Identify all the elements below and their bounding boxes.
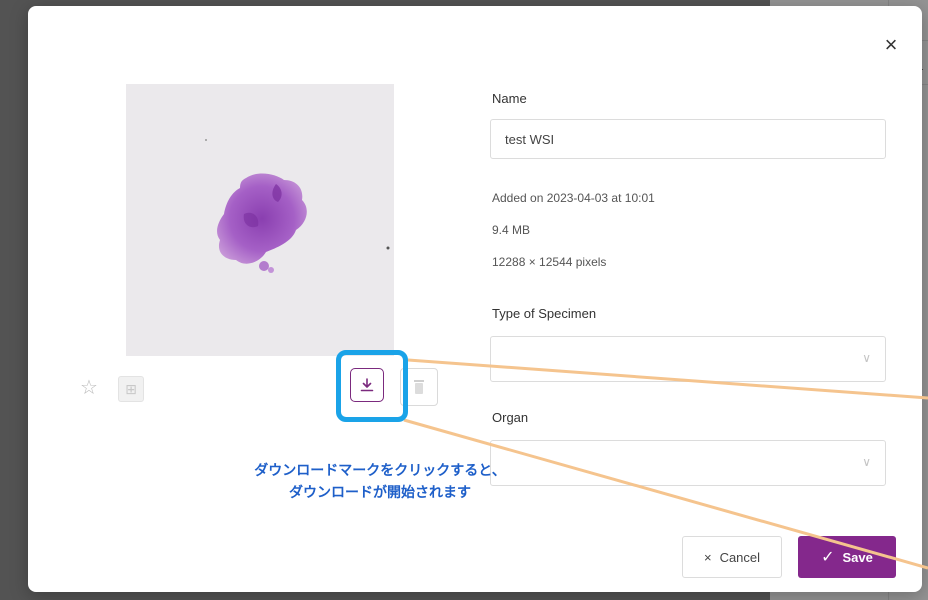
download-callout-highlight [336, 350, 408, 422]
callout-connector-lines [403, 358, 928, 570]
annotation-text: ダウンロードマークをクリックすると、 ダウンロードが開始されます [180, 460, 580, 504]
annotation-line-2: ダウンロードが開始されます [289, 485, 471, 501]
annotation-line-1: ダウンロードマークをクリックすると、 [254, 463, 506, 479]
